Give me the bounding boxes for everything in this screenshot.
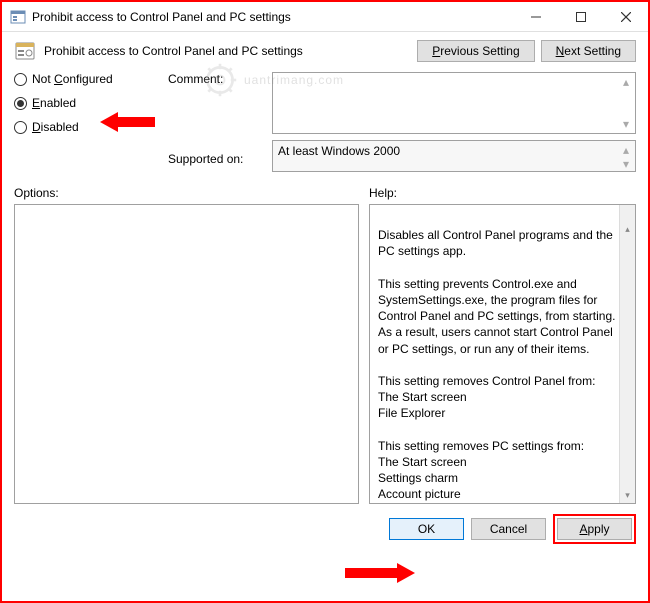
- scrollbar[interactable]: ▴▾: [619, 75, 633, 131]
- content-area: Prohibit access to Control Panel and PC …: [2, 32, 648, 552]
- state-radio-group: Not Configured Enabled Disabled: [14, 72, 154, 172]
- scrollbar[interactable]: ▴▾: [619, 143, 633, 169]
- apply-button[interactable]: Apply: [557, 518, 632, 540]
- previous-setting-button[interactable]: Previous Setting: [417, 40, 534, 62]
- supported-on-field: At least Windows 2000 ▴▾: [272, 140, 636, 172]
- radio-label: Enabled: [32, 96, 76, 110]
- radio-icon: [14, 73, 27, 86]
- help-panel: Disables all Control Panel programs and …: [369, 204, 636, 504]
- comment-label: Comment:: [168, 72, 258, 86]
- next-setting-button[interactable]: Next Setting: [541, 40, 636, 62]
- scroll-down-icon[interactable]: ▾: [620, 487, 635, 503]
- cancel-button[interactable]: Cancel: [471, 518, 546, 540]
- apply-highlight: Apply: [553, 514, 636, 544]
- field-labels: Comment: Supported on:: [168, 72, 258, 172]
- comment-field[interactable]: ▴▾: [272, 72, 636, 134]
- window-icon: [10, 9, 26, 25]
- ok-button[interactable]: OK: [389, 518, 464, 540]
- radio-label: Disabled: [32, 120, 79, 134]
- titlebar: Prohibit access to Control Panel and PC …: [2, 2, 648, 32]
- radio-icon: [14, 97, 27, 110]
- window-title: Prohibit access to Control Panel and PC …: [32, 10, 513, 24]
- supported-label: Supported on:: [168, 152, 258, 166]
- scroll-up-icon[interactable]: ▴: [620, 221, 635, 237]
- radio-not-configured[interactable]: Not Configured: [14, 72, 154, 86]
- policy-title: Prohibit access to Control Panel and PC …: [44, 44, 417, 58]
- annotation-arrow: [345, 560, 415, 586]
- close-button[interactable]: [603, 2, 648, 32]
- options-label: Options:: [14, 186, 369, 200]
- minimize-button[interactable]: [513, 2, 558, 32]
- maximize-button[interactable]: [558, 2, 603, 32]
- options-panel: [14, 204, 359, 504]
- supported-on-value: At least Windows 2000: [278, 144, 400, 158]
- radio-label: Not Configured: [32, 72, 113, 86]
- scrollbar[interactable]: ▴ ▾: [619, 205, 635, 503]
- help-text: Disables all Control Panel programs and …: [378, 228, 615, 504]
- radio-enabled[interactable]: Enabled: [14, 96, 154, 110]
- radio-icon: [14, 121, 27, 134]
- window-controls: [513, 2, 648, 32]
- radio-disabled[interactable]: Disabled: [14, 120, 154, 134]
- policy-icon: [14, 40, 36, 62]
- help-label: Help:: [369, 186, 397, 200]
- footer-buttons: OK Cancel Apply: [14, 514, 636, 544]
- header-row: Prohibit access to Control Panel and PC …: [14, 40, 636, 62]
